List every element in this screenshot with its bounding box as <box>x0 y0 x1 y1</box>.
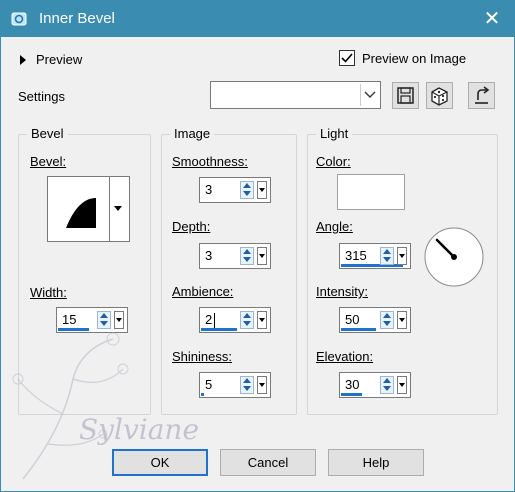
elevation-level-bar <box>341 393 362 396</box>
angle-dial[interactable] <box>423 226 485 288</box>
image-group-title: Image <box>170 126 215 141</box>
light-group-title: Light <box>316 126 353 141</box>
elevation-label: Elevation: <box>316 349 374 364</box>
ambience-spinner[interactable]: 2 <box>199 307 271 333</box>
chevron-down-icon <box>364 91 376 98</box>
help-button[interactable]: Help <box>328 449 424 476</box>
reset-icon <box>475 86 490 104</box>
smoothness-spinner[interactable]: 3 <box>199 177 271 203</box>
shininess-label: Shininess: <box>172 349 232 364</box>
smoothness-value: 3 <box>205 182 213 197</box>
ambience-level-bar <box>201 328 237 331</box>
close-icon[interactable]: ✕ <box>478 5 506 33</box>
depth-spinner[interactable]: 3 <box>199 243 271 269</box>
dropdown-divider <box>360 84 361 106</box>
save-preset-button[interactable] <box>392 82 419 109</box>
shininess-spinner[interactable]: 5 <box>199 372 271 398</box>
preview-on-image-label: Preview on Image <box>362 51 467 66</box>
dropdown-arrow-icon <box>114 206 122 211</box>
depth-dropdown-icon[interactable] <box>257 247 267 265</box>
angle-label: Angle: <box>316 219 353 234</box>
intensity-level-bar <box>341 328 376 331</box>
randomize-button[interactable] <box>426 82 453 109</box>
window-title: Inner Bevel <box>39 10 115 27</box>
elevation-up-down-icon[interactable] <box>380 376 394 394</box>
smoothness-dropdown-icon[interactable] <box>257 181 267 199</box>
smoothness-up-down-icon[interactable] <box>240 181 254 199</box>
ambience-value: 2 <box>205 312 213 327</box>
intensity-spinner[interactable]: 50 <box>339 307 411 333</box>
inner-bevel-dialog: Inner Bevel ✕ Preview Preview on Image S… <box>0 0 515 492</box>
expand-arrow-icon <box>20 55 26 65</box>
angle-value: 315 <box>345 248 367 263</box>
cancel-button[interactable]: Cancel <box>220 449 316 476</box>
preview-on-image-checkbox[interactable]: Preview on Image <box>339 49 489 69</box>
width-label: Width: <box>30 285 67 300</box>
bevel-shape-selector[interactable] <box>47 176 130 242</box>
light-color-swatch[interactable] <box>337 174 405 210</box>
depth-value: 3 <box>205 248 213 263</box>
settings-preset-dropdown[interactable] <box>210 81 381 109</box>
smoothness-label: Smoothness: <box>172 154 248 169</box>
ok-button[interactable]: OK <box>112 449 208 476</box>
angle-up-down-icon[interactable] <box>380 247 394 265</box>
dice-icon <box>431 87 448 106</box>
checkbox <box>339 50 355 66</box>
ambience-label: Ambience: <box>172 284 234 299</box>
angle-dropdown-icon[interactable] <box>397 247 407 265</box>
intensity-dropdown-icon[interactable] <box>397 311 407 329</box>
checkmark-icon <box>341 53 353 63</box>
intensity-value: 50 <box>345 312 360 327</box>
ambience-up-down-icon[interactable] <box>240 311 254 329</box>
intensity-label: Intensity: <box>316 284 369 299</box>
title-bar: Inner Bevel ✕ <box>1 1 514 37</box>
ambience-dropdown-icon[interactable] <box>257 311 267 329</box>
angle-spinner[interactable]: 315 <box>339 243 411 269</box>
reset-button[interactable] <box>468 82 495 109</box>
color-label: Color: <box>316 154 351 169</box>
settings-label: Settings <box>18 89 65 104</box>
intensity-up-down-icon[interactable] <box>380 311 394 329</box>
bevel-dropdown-divider <box>109 177 110 241</box>
preview-toggle[interactable]: Preview <box>18 51 108 69</box>
depth-up-down-icon[interactable] <box>240 247 254 265</box>
text-caret <box>214 313 215 328</box>
bevel-group-title: Bevel <box>27 126 68 141</box>
shininess-level-bar <box>201 393 204 396</box>
angle-dial-graphic <box>424 227 484 287</box>
shininess-value: 5 <box>205 377 213 392</box>
app-icon <box>11 12 27 26</box>
elevation-dropdown-icon[interactable] <box>397 376 407 394</box>
preview-label: Preview <box>36 52 83 67</box>
bevel-label: Bevel: <box>30 154 67 169</box>
elevation-spinner[interactable]: 30 <box>339 372 411 398</box>
elevation-value: 30 <box>345 377 360 392</box>
depth-label: Depth: <box>172 219 211 234</box>
watermark-text: Sylviane <box>79 413 200 446</box>
bevel-shape-preview <box>66 198 96 228</box>
shininess-up-down-icon[interactable] <box>240 376 254 394</box>
save-icon <box>397 87 414 104</box>
shininess-dropdown-icon[interactable] <box>257 376 267 394</box>
